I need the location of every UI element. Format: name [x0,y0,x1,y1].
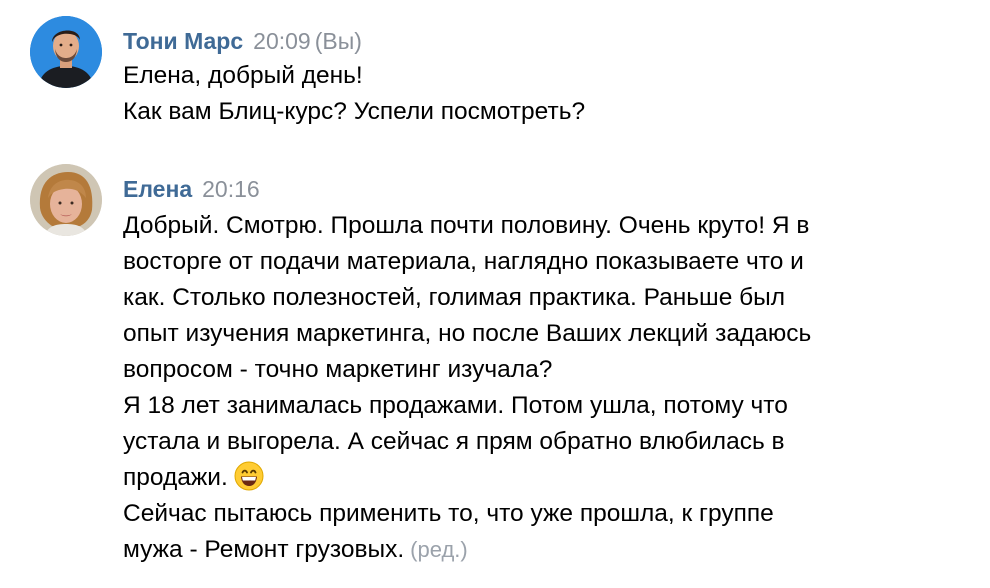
message-header: Тони Марс 20:09 (Вы) [123,26,963,56]
text-line: опыт изучения маркетинга, но после Ваших… [123,320,812,347]
text-line: Сейчас пытаюсь применить то, что уже про… [123,500,774,527]
text-line-with-edited: мужа - Ремонт грузовых. (ред.) [123,532,963,568]
text-line: Я 18 лет занималась продажами. Потом ушл… [123,392,788,419]
text-segment: мужа - Ремонт грузовых. [123,536,405,563]
message-text: Добрый. Смотрю. Прошла почти половину. О… [123,208,963,568]
message-text: Елена, добрый день! Как вам Блиц-курс? У… [123,58,963,130]
text-line: восторге от подачи материала, наглядно п… [123,248,804,275]
message-content: Елена 20:16 Добрый. Смотрю. Прошла почти … [123,174,963,568]
person-photo-woman-icon [30,164,102,236]
text-line: Добрый. Смотрю. Прошла почти половину. О… [123,212,810,239]
text-line: как. Столько полезностей, голимая практи… [123,284,786,311]
self-indicator: (Вы) [314,28,362,54]
edited-indicator[interactable]: (ред.) [410,537,468,562]
avatar-elena[interactable] [30,164,102,236]
text-line: устала и выгорела. А сейчас я прям обрат… [123,428,785,455]
person-photo-man-icon [30,16,102,88]
author-name[interactable]: Тони Марс [123,28,243,54]
text-segment: продажи. [123,464,228,491]
message-header: Елена 20:16 [123,174,963,204]
text-line: вопросом - точно маркетинг изучала? [123,356,553,383]
grinning-face-emoji-icon [234,461,264,491]
message-content: Тони Марс 20:09 (Вы) Елена, добрый день! К… [123,26,963,130]
author-name[interactable]: Елена [123,176,192,202]
avatar-toni[interactable] [30,16,102,88]
text-line: Елена, добрый день! [123,62,363,89]
text-line: Как вам Блиц-курс? Успели посмотреть? [123,98,586,125]
message-time[interactable]: 20:09 [253,28,311,54]
message-time[interactable]: 20:16 [202,176,260,202]
text-line-with-emoji: продажи. [123,460,963,496]
